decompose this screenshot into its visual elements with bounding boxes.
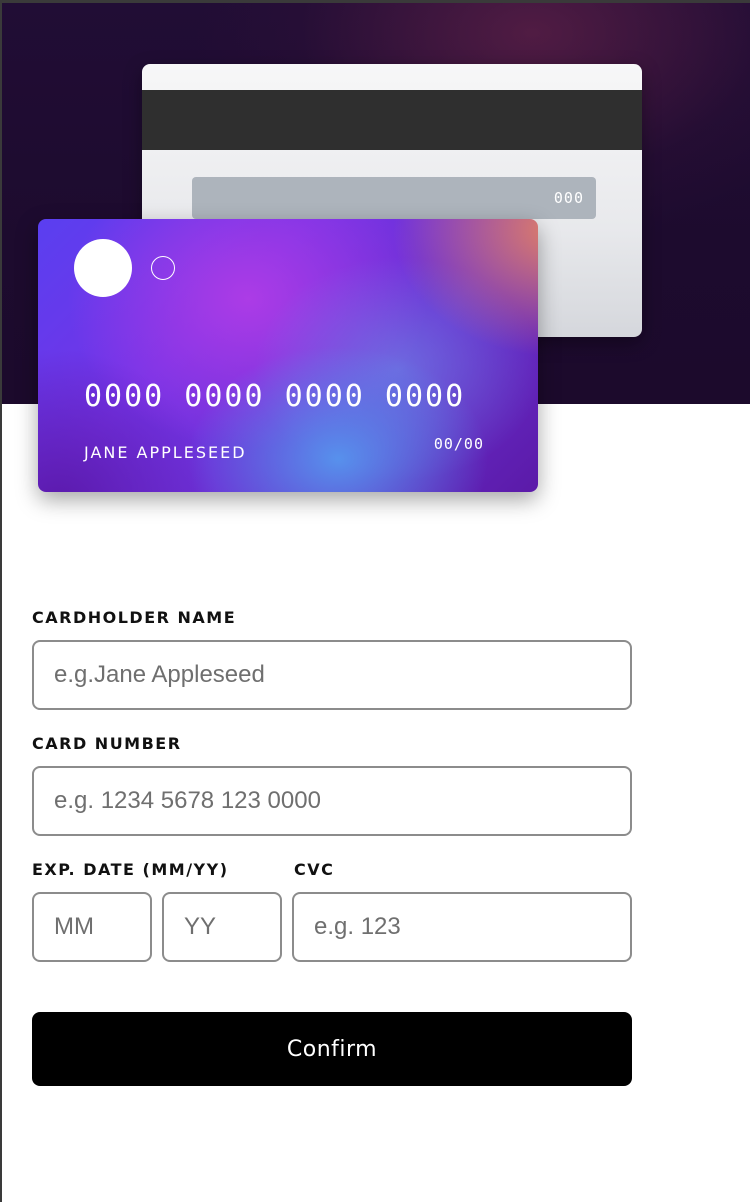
exp-year-input[interactable] [162, 892, 282, 962]
cvc-input[interactable] [292, 892, 632, 962]
card-number-label: CARD NUMBER [32, 734, 182, 753]
signature-strip: 000 [192, 177, 596, 219]
card-front: 0000 0000 0000 0000 JANE APPLESEED 00/00 [38, 219, 538, 492]
cvc-label: CVC [294, 860, 335, 879]
card-details-page: 000 0000 0000 0000 0000 JANE APPLESEED 0… [0, 0, 750, 1202]
exp-month-input[interactable] [32, 892, 152, 962]
confirm-button[interactable]: Confirm [32, 1012, 632, 1086]
exp-date-label: EXP. DATE (MM/YY) [32, 860, 229, 879]
card-front-number: 0000 0000 0000 0000 [84, 379, 466, 414]
card-number-input[interactable] [32, 766, 632, 836]
card-logo-outline-circle-icon [151, 256, 175, 280]
card-back-cvc: 000 [553, 189, 584, 207]
card-front-expiry: 00/00 [433, 435, 484, 453]
cardholder-name-label: CARDHOLDER NAME [32, 608, 237, 627]
cardholder-name-input[interactable] [32, 640, 632, 710]
magnetic-stripe [142, 90, 642, 150]
card-front-holder: JANE APPLESEED [84, 443, 247, 462]
card-logo-filled-circle-icon [74, 239, 132, 297]
hero-banner: 000 0000 0000 0000 0000 JANE APPLESEED 0… [2, 3, 750, 492]
